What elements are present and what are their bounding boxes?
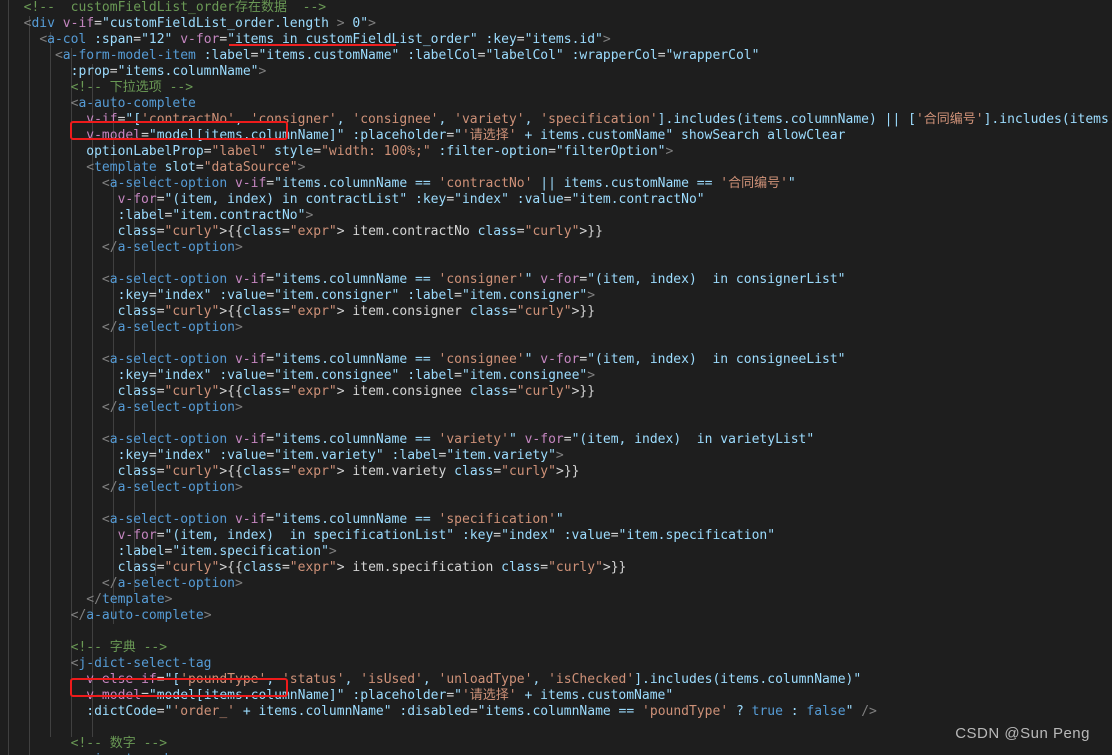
code-line-text: class="curly">{{ [117,464,243,479]
code-line[interactable]: <!-- 数字 --> [0,736,1112,752]
csdn-watermark: CSDN @Sun Peng [955,725,1090,742]
code-line[interactable]: :label="item.specification"> [0,544,1112,560]
code-line[interactable]: <!-- 下拉选项 --> [0,80,1112,96]
code-line-text: class="curly">{{ [117,384,243,399]
code-line[interactable]: :prop="items.columnName"> [0,64,1112,80]
code-line[interactable]: <a-select-option v-if="items.columnName … [0,176,1112,192]
code-line-text: v-for="(item, index) in specificationLis… [117,528,776,543]
code-line-text: <a-auto-complete [70,96,196,111]
code-line-text: <a-select-option v-if="items.columnName … [101,272,846,287]
code-line-text: <a-form-model-item :label="items.customN… [54,48,760,63]
code-line[interactable]: <a-col :span="12" v-for="items in custom… [0,32,1112,48]
code-line-text: :label="item.contractNo"> [117,208,314,223]
code-line[interactable] [0,256,1112,272]
code-line-text: <a-select-option v-if="items.columnName … [101,352,846,367]
code-line-text: v-if="['contractNo', 'consigner', 'consi… [86,112,1112,127]
code-line-text: <a-col :span="12" v-for="items in custom… [39,32,611,47]
code-line[interactable]: :label="item.contractNo"> [0,208,1112,224]
code-line-text: class="curly">{{ [117,224,243,239]
code-line-text: <!-- 数字 --> [70,736,168,751]
code-line[interactable]: optionLabelProp="label" style="width: 10… [0,144,1112,160]
code-line[interactable]: class="curly">{{class="expr"> item.varie… [0,464,1112,480]
code-line[interactable]: <a-select-option v-if="items.columnName … [0,272,1112,288]
code-line-text: :key="index" :value="item.consignee" :la… [117,368,596,383]
code-line-text: :key="index" :value="item.variety" :labe… [117,448,564,463]
code-line-text: <a-select-option v-if="items.columnName … [101,432,815,447]
code-line-text: :label="item.specification"> [117,544,337,559]
code-line-text: </a-select-option> [101,576,243,591]
code-line[interactable]: <!-- 字典 --> [0,640,1112,656]
code-line[interactable] [0,624,1112,640]
code-line-text: <!-- customFieldList_order存在数据 --> [23,0,327,15]
code-line-text: :key="index" :value="item.consigner" :la… [117,288,596,303]
code-line[interactable]: <j-dict-select-tag [0,656,1112,672]
code-line-text: :dictCode="'order_' + items.columnName" … [86,704,877,719]
code-line[interactable]: v-else-if="['poundType', 'status', 'isUs… [0,672,1112,688]
code-line[interactable]: <a-select-option v-if="items.columnName … [0,512,1112,528]
code-line[interactable]: </a-select-option> [0,400,1112,416]
code-line-text: <a-select-option v-if="items.columnName … [101,176,796,191]
code-line-text: </a-select-option> [101,400,243,415]
code-line[interactable]: <!-- customFieldList_order存在数据 --> [0,0,1112,16]
code-line[interactable]: </a-select-option> [0,240,1112,256]
code-line-text: class="curly">{{ [117,560,243,575]
code-line-text: v-model="model[items.columnName]" :place… [86,688,674,703]
code-line-text: </a-select-option> [101,480,243,495]
code-editor-viewport[interactable]: <!-- customFieldList_order存在数据 --> <div … [0,0,1112,755]
code-line-text: </template> [86,592,173,607]
code-line[interactable]: <template slot="dataSource"> [0,160,1112,176]
code-line[interactable] [0,720,1112,736]
code-line[interactable] [0,416,1112,432]
code-line[interactable]: class="curly">{{class="expr"> item.contr… [0,224,1112,240]
code-line-text: <template slot="dataSource"> [86,160,306,175]
code-line[interactable]: </a-select-option> [0,576,1112,592]
code-line[interactable]: </template> [0,592,1112,608]
code-line[interactable] [0,496,1112,512]
code-line-text: v-model="model[items.columnName]" :place… [86,128,846,143]
code-line[interactable]: </a-auto-complete> [0,608,1112,624]
code-line[interactable]: <a-form-model-item :label="items.customN… [0,48,1112,64]
code-line[interactable]: v-for="(item, index) in specificationLis… [0,528,1112,544]
code-line[interactable]: <div v-if="customFieldList_order.length … [0,16,1112,32]
code-content[interactable]: <!-- customFieldList_order存在数据 --> <div … [0,0,1112,755]
code-line-text: optionLabelProp="label" style="width: 10… [86,144,674,159]
code-line[interactable]: </a-select-option> [0,320,1112,336]
code-line[interactable]: class="curly">{{class="expr"> item.consi… [0,304,1112,320]
code-line[interactable]: :key="index" :value="item.consigner" :la… [0,288,1112,304]
code-line[interactable]: :key="index" :value="item.variety" :labe… [0,448,1112,464]
code-line-text: </a-select-option> [101,240,243,255]
code-line[interactable]: :key="index" :value="item.consignee" :la… [0,368,1112,384]
code-line[interactable]: v-if="['contractNo', 'consigner', 'consi… [0,112,1112,128]
code-line-text: v-for="(item, index) in contractList" :k… [117,192,705,207]
code-line-text: <div v-if="customFieldList_order.length … [23,16,376,31]
code-line-text: <!-- 下拉选项 --> [70,80,194,95]
code-line[interactable]: <a-select-option v-if="items.columnName … [0,352,1112,368]
code-line[interactable]: class="curly">{{class="expr"> item.speci… [0,560,1112,576]
code-line-text: v-else-if="['poundType', 'status', 'isUs… [86,672,862,687]
code-line-text: <!-- 字典 --> [70,640,168,655]
code-line[interactable]: <a-select-option v-if="items.columnName … [0,432,1112,448]
code-line[interactable]: <a-auto-complete [0,96,1112,112]
code-line-text: <j-dict-select-tag [70,656,212,671]
code-line[interactable]: class="curly">{{class="expr"> item.consi… [0,384,1112,400]
code-line-text: <a-select-option v-if="items.columnName … [101,512,564,527]
code-line-text: class="curly">{{ [117,304,243,319]
code-line[interactable] [0,336,1112,352]
code-line[interactable]: v-for="(item, index) in contractList" :k… [0,192,1112,208]
code-line[interactable]: v-model="model[items.columnName]" :place… [0,688,1112,704]
code-line-text: :prop="items.columnName"> [70,64,267,79]
code-line-text: </a-auto-complete> [70,608,212,623]
code-line-text: </a-select-option> [101,320,243,335]
code-line[interactable]: :dictCode="'order_' + items.columnName" … [0,704,1112,720]
code-line[interactable]: </a-select-option> [0,480,1112,496]
code-line[interactable]: v-model="model[items.columnName]" :place… [0,128,1112,144]
